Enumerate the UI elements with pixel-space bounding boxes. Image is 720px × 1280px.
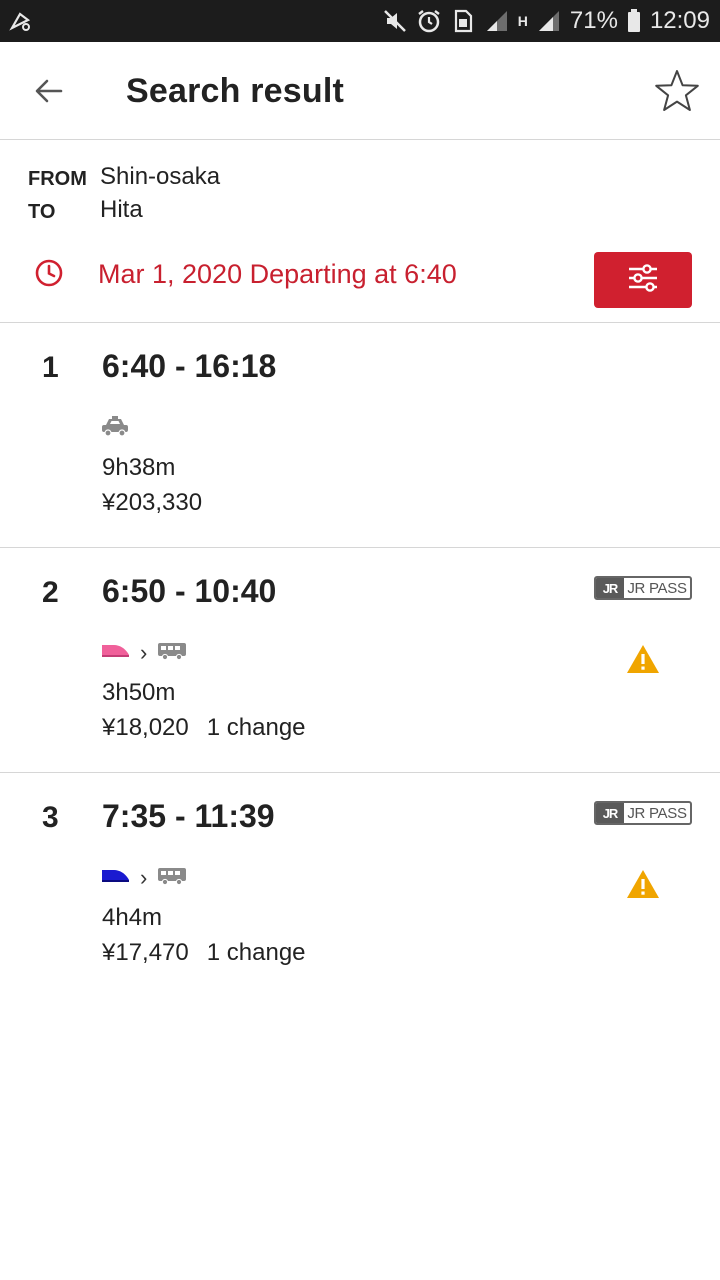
status-bar: H 71% 12:09 (0, 0, 720, 42)
star-outline-icon (654, 68, 700, 119)
result-times: 7:35 - 11:39 (102, 798, 275, 834)
notification-icon (6, 6, 36, 36)
result-fare-row: ¥203,330 (102, 489, 202, 517)
sliders-icon (626, 263, 660, 298)
mute-icon (382, 8, 408, 34)
clock-icon (34, 258, 64, 288)
result-duration: 4h4m (102, 904, 163, 931)
departure-time[interactable]: Mar 1, 2020 Departing at 6:40 (98, 259, 457, 290)
chevron-right-icon: › (140, 865, 148, 890)
jr-pass-label: JR PASS (627, 579, 687, 597)
jr-logo: JR (596, 803, 624, 823)
battery-percent: 71% (569, 7, 618, 34)
result-fare-row: ¥17,470 1 change (102, 939, 306, 967)
result-changes: 1 change (206, 714, 306, 741)
arrow-left-icon (33, 75, 65, 112)
clock-time: 12:09 (649, 7, 710, 34)
jr-logo: JR (596, 578, 624, 598)
page-title: Search result (126, 72, 345, 110)
route-result-2[interactable]: 2 6:50 - 10:40 JR JR PASS › 3h50m ¥18,02… (0, 548, 720, 773)
from-label: FROM (28, 168, 87, 190)
shinkansen-blue-icon (100, 867, 130, 890)
route-result-3[interactable]: 3 7:35 - 11:39 JR JR PASS › 4h4m ¥17,470… (0, 773, 720, 998)
transport-modes: › (100, 863, 187, 893)
filter-button[interactable] (594, 252, 692, 308)
from-station: Shin-osaka (100, 163, 221, 190)
warning-icon[interactable] (626, 644, 660, 674)
to-station: Hita (100, 196, 143, 223)
battery-icon (626, 8, 642, 34)
transport-modes: › (100, 638, 187, 668)
sim-icon (450, 8, 476, 34)
signal-icon (536, 8, 562, 34)
transport-modes (100, 413, 130, 443)
result-fare: ¥18,020 (102, 714, 189, 741)
warning-icon[interactable] (626, 869, 660, 899)
route-summary: FROM Shin-osaka TO Hita Mar 1, 2020 Depa… (0, 140, 720, 323)
shinkansen-pink-icon (100, 642, 130, 665)
result-times: 6:50 - 10:40 (102, 573, 277, 609)
jr-pass-label: JR PASS (627, 804, 687, 822)
to-label: TO (28, 201, 56, 223)
result-index: 1 (42, 351, 59, 384)
jr-pass-badge: JR JR PASS (594, 801, 692, 825)
alarm-icon (416, 8, 442, 34)
result-times: 6:40 - 16:18 (102, 348, 277, 384)
result-duration: 3h50m (102, 679, 176, 706)
bus-icon (157, 641, 187, 666)
network-type: H (517, 13, 528, 29)
bus-icon (157, 866, 187, 891)
result-index: 2 (42, 576, 59, 609)
result-fare-row: ¥18,020 1 change (102, 714, 306, 742)
result-duration: 9h38m (102, 454, 176, 481)
jr-pass-badge: JR JR PASS (594, 576, 692, 600)
route-result-1[interactable]: 1 6:40 - 16:18 9h38m ¥203,330 (0, 323, 720, 548)
result-changes: 1 change (206, 939, 306, 966)
result-index: 3 (42, 801, 59, 834)
favorite-button[interactable] (650, 66, 704, 120)
signal-icon (484, 8, 510, 34)
app-bar: Search result (0, 42, 720, 140)
back-button[interactable] (22, 66, 76, 120)
chevron-right-icon: › (140, 640, 148, 665)
taxi-icon (100, 415, 130, 442)
result-fare: ¥203,330 (102, 489, 203, 516)
result-fare: ¥17,470 (102, 939, 189, 966)
